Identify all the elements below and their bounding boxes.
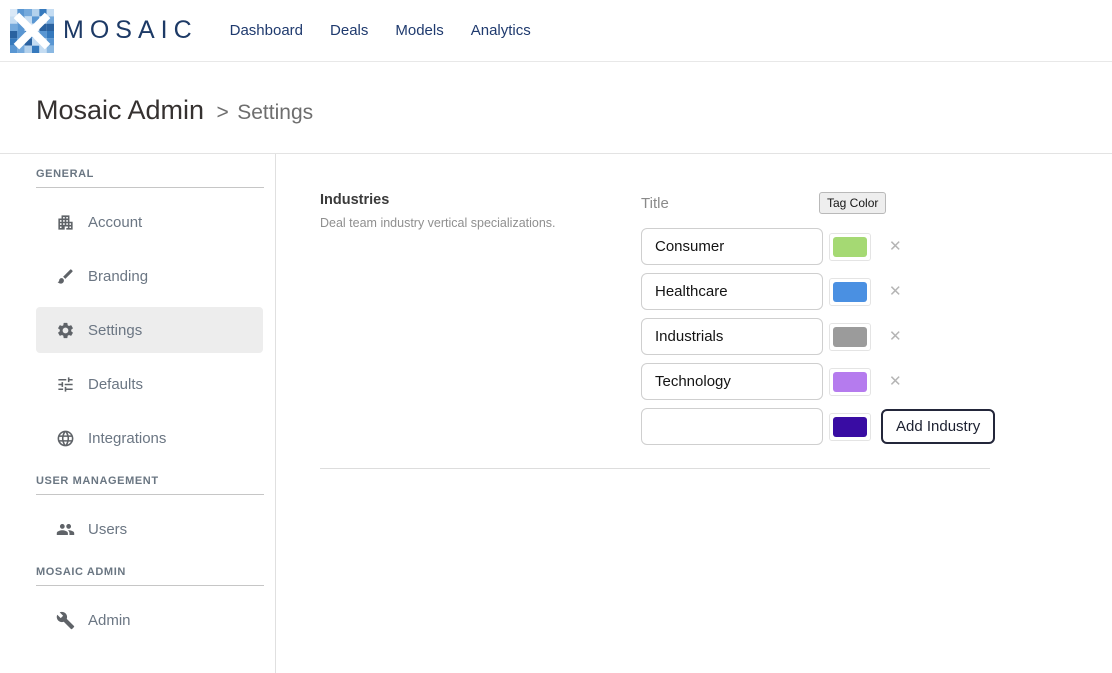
admin-tools-icon bbox=[56, 611, 75, 630]
industry-title-input[interactable] bbox=[641, 228, 823, 265]
tag-color-swatch bbox=[833, 372, 867, 392]
industry-row: ✕ bbox=[641, 318, 995, 355]
sidebar-item-label: Settings bbox=[88, 322, 142, 339]
brand-wordmark: MOSAIC bbox=[63, 16, 198, 45]
mosaic-logo-icon bbox=[10, 9, 54, 53]
tag-color-swatch-button[interactable] bbox=[829, 368, 871, 396]
tag-color-header[interactable]: Tag Color bbox=[819, 192, 886, 214]
remove-industry-button[interactable]: ✕ bbox=[889, 374, 902, 389]
industry-row: ✕ bbox=[641, 273, 995, 310]
main-content: Industries Deal team industry vertical s… bbox=[276, 154, 1112, 673]
remove-industry-button[interactable]: ✕ bbox=[889, 239, 902, 254]
tag-color-swatch bbox=[833, 327, 867, 347]
users-icon bbox=[56, 520, 75, 539]
sidebar-item-label: Branding bbox=[88, 268, 148, 285]
sidebar-item-branding[interactable]: Branding bbox=[36, 253, 263, 299]
industry-title-input[interactable] bbox=[641, 318, 823, 355]
sidebar-item-label: Integrations bbox=[88, 430, 166, 447]
tag-color-swatch bbox=[833, 417, 867, 437]
page-subtitle: Settings bbox=[237, 101, 313, 124]
sidebar-item-integrations[interactable]: Integrations bbox=[36, 415, 263, 461]
title-column-label: Title bbox=[641, 195, 819, 212]
page-header: Mosaic Admin > Settings bbox=[0, 62, 1112, 154]
breadcrumb-separator: > bbox=[217, 101, 229, 124]
new-industry-row: Add Industry bbox=[641, 408, 995, 445]
tag-color-swatch-button[interactable] bbox=[829, 233, 871, 261]
gear-icon bbox=[56, 321, 75, 340]
top-nav-bar: MOSAIC Dashboard Deals Models Analytics bbox=[0, 0, 1112, 62]
sidebar-item-defaults[interactable]: Defaults bbox=[36, 361, 263, 407]
remove-industry-button[interactable]: ✕ bbox=[889, 329, 902, 344]
sidebar-section-header: MOSAIC ADMIN bbox=[36, 566, 264, 586]
sidebar: GENERAL Account Branding Settings Defaults In… bbox=[0, 154, 276, 673]
sidebar-item-label: Users bbox=[88, 521, 127, 538]
industry-title-input[interactable] bbox=[641, 273, 823, 310]
section-title: Industries bbox=[320, 192, 641, 208]
industries-section-info: Industries Deal team industry vertical s… bbox=[320, 192, 641, 453]
tag-color-swatch bbox=[833, 237, 867, 257]
industries-form-header: Title Tag Color bbox=[641, 192, 995, 214]
sidebar-item-label: Defaults bbox=[88, 376, 143, 393]
brush-icon bbox=[56, 267, 75, 286]
sidebar-item-account[interactable]: Account bbox=[36, 199, 263, 245]
industries-section: Industries Deal team industry vertical s… bbox=[320, 192, 1112, 453]
sidebar-section-header: GENERAL bbox=[36, 168, 264, 188]
add-industry-button[interactable]: Add Industry bbox=[881, 409, 995, 444]
nav-link-dashboard[interactable]: Dashboard bbox=[230, 22, 303, 39]
top-nav-links: Dashboard Deals Models Analytics bbox=[230, 22, 531, 39]
tag-color-swatch bbox=[833, 282, 867, 302]
section-description: Deal team industry vertical specializati… bbox=[320, 216, 641, 230]
nav-link-analytics[interactable]: Analytics bbox=[471, 22, 531, 39]
nav-link-deals[interactable]: Deals bbox=[330, 22, 368, 39]
tag-color-swatch-button[interactable] bbox=[829, 413, 871, 441]
section-divider bbox=[320, 468, 990, 469]
new-industry-title-input[interactable] bbox=[641, 408, 823, 445]
tag-color-swatch-button[interactable] bbox=[829, 323, 871, 351]
building-icon bbox=[56, 213, 75, 232]
page-title: Mosaic Admin bbox=[36, 95, 204, 125]
remove-industry-button[interactable]: ✕ bbox=[889, 284, 902, 299]
sidebar-section-header: USER MANAGEMENT bbox=[36, 475, 264, 495]
industry-title-input[interactable] bbox=[641, 363, 823, 400]
nav-link-models[interactable]: Models bbox=[395, 22, 443, 39]
industry-row: ✕ bbox=[641, 228, 995, 265]
sidebar-item-label: Admin bbox=[88, 612, 131, 629]
mosaic-logo[interactable]: MOSAIC bbox=[10, 9, 198, 53]
content-area: GENERAL Account Branding Settings Defaults In… bbox=[0, 154, 1112, 673]
sidebar-item-admin[interactable]: Admin bbox=[36, 597, 263, 643]
industries-form: Title Tag Color ✕ ✕ ✕ ✕ Add Industry bbox=[641, 192, 995, 453]
sliders-icon bbox=[56, 375, 75, 394]
sidebar-item-label: Account bbox=[88, 214, 142, 231]
tag-color-swatch-button[interactable] bbox=[829, 278, 871, 306]
industry-row: ✕ bbox=[641, 363, 995, 400]
sidebar-item-users[interactable]: Users bbox=[36, 506, 263, 552]
sidebar-item-settings[interactable]: Settings bbox=[36, 307, 263, 353]
industry-rows: ✕ ✕ ✕ ✕ Add Industry bbox=[641, 228, 995, 445]
globe-icon bbox=[56, 429, 75, 448]
